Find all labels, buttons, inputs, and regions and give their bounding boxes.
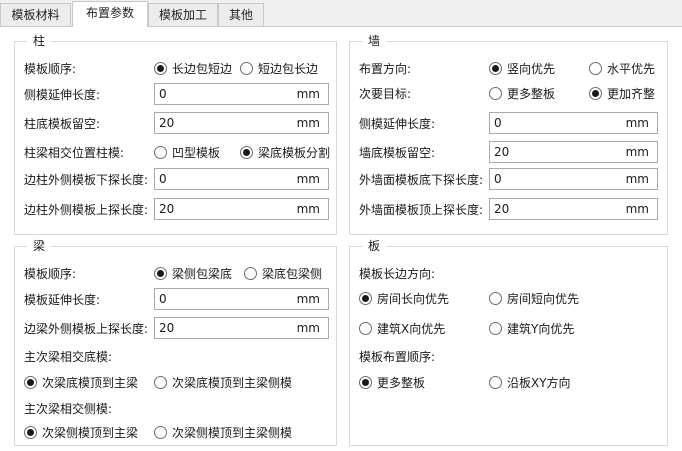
wall-goal-more-full-radio[interactable]: 更多整板: [489, 86, 555, 102]
wall-goal-label: 次要目标:: [359, 87, 412, 101]
column-order-short-wraps-long-radio[interactable]: 短边包长边: [240, 61, 318, 77]
wall-bottom-reserve-label: 墙底模板留空:: [359, 146, 436, 160]
wall-direction-vertical-radio[interactable]: 竖向优先: [489, 61, 555, 77]
wall-ext-up-input[interactable]: 20 mm: [489, 198, 658, 220]
beam-cross-bottom-label: 主次梁相交底模:: [24, 350, 113, 364]
column-side-ext-label: 侧模延伸长度:: [24, 88, 101, 102]
beam-order-side-wraps-bottom-radio[interactable]: 梁侧包梁底: [154, 266, 232, 282]
slab-building-y-radio[interactable]: 建筑Y向优先: [489, 321, 574, 337]
slab-order-more-full-radio[interactable]: 更多整板: [359, 375, 425, 391]
slab-group-title: 板: [362, 238, 387, 254]
wall-direction-horizontal-radio[interactable]: 水平优先: [589, 61, 655, 77]
column-bottom-reserve-label: 柱底模板留空:: [24, 117, 101, 131]
wall-ext-down-label: 外墙面模板底下探长度:: [359, 173, 484, 187]
tab-template-processing[interactable]: 模板加工: [148, 3, 218, 26]
wall-ext-down-input[interactable]: 0 mm: [489, 168, 658, 190]
slab-order-label: 模板布置顺序:: [359, 350, 436, 364]
beam-cross-bottom-to-main-radio[interactable]: 次梁底模顶到主梁: [24, 375, 138, 391]
beam-order-bottom-wraps-side-radio[interactable]: 梁底包梁侧: [244, 266, 322, 282]
column-edge-down-label: 边柱外侧模板下探长度:: [24, 173, 149, 187]
wall-direction-label: 布置方向:: [359, 62, 412, 76]
tab-template-material[interactable]: 模板材料: [0, 3, 71, 26]
column-edge-up-label: 边柱外侧模板上探长度:: [24, 203, 149, 217]
column-side-ext-input[interactable]: 0 mm: [154, 83, 329, 105]
beam-edge-up-label: 边梁外侧模板上探长度:: [24, 322, 149, 336]
wall-side-ext-input[interactable]: 0 mm: [489, 112, 658, 134]
wall-goal-more-even-radio[interactable]: 更加齐整: [589, 86, 655, 102]
column-order-long-wraps-short-radio[interactable]: 长边包短边: [154, 61, 232, 77]
beam-edge-up-input[interactable]: 20 mm: [154, 317, 329, 339]
slab-room-long-radio[interactable]: 房间长向优先: [359, 291, 449, 307]
wall-side-ext-label: 侧模延伸长度:: [359, 117, 436, 131]
column-junction-beam-split-radio[interactable]: 梁底模板分割: [240, 145, 330, 161]
column-edge-down-input[interactable]: 0 mm: [154, 168, 329, 190]
tab-content: 柱 模板顺序: 长边包短边 短边包长边 侧模延伸长度: 0 mm 柱底模板留空: …: [0, 26, 682, 451]
wall-group-title: 墙: [362, 33, 387, 49]
beam-ext-label: 模板延伸长度:: [24, 293, 101, 307]
column-junction-concave-radio[interactable]: 凹型模板: [154, 145, 220, 161]
beam-cross-side-to-main-side-radio[interactable]: 次梁侧模顶到主梁侧模: [154, 425, 292, 441]
slab-building-x-radio[interactable]: 建筑X向优先: [359, 321, 445, 337]
slab-order-xy-radio[interactable]: 沿板XY方向: [489, 375, 571, 391]
tab-other[interactable]: 其他: [218, 3, 264, 26]
tab-bar: 模板材料 布置参数 模板加工 其他: [0, 0, 682, 27]
wall-bottom-reserve-input[interactable]: 20 mm: [489, 141, 658, 163]
slab-room-short-radio[interactable]: 房间短向优先: [489, 291, 579, 307]
beam-cross-side-to-main-radio[interactable]: 次梁侧模顶到主梁: [24, 425, 138, 441]
beam-ext-input[interactable]: 0 mm: [154, 288, 329, 310]
column-junction-label: 柱梁相交位置柱模:: [24, 146, 125, 160]
slab-long-dir-label: 模板长边方向:: [359, 267, 436, 281]
wall-ext-up-label: 外墙面模板顶上探长度:: [359, 203, 484, 217]
beam-order-label: 模板顺序:: [24, 267, 77, 281]
column-edge-up-input[interactable]: 20 mm: [154, 198, 329, 220]
beam-cross-side-label: 主次梁相交侧模:: [24, 402, 113, 416]
column-order-label: 模板顺序:: [24, 62, 77, 76]
column-group-title: 柱: [27, 33, 52, 49]
column-bottom-reserve-input[interactable]: 20 mm: [154, 112, 329, 134]
tab-layout-params[interactable]: 布置参数: [72, 1, 148, 27]
beam-cross-bottom-to-main-side-radio[interactable]: 次梁底模顶到主梁侧模: [154, 375, 292, 391]
beam-group-title: 梁: [27, 238, 52, 254]
